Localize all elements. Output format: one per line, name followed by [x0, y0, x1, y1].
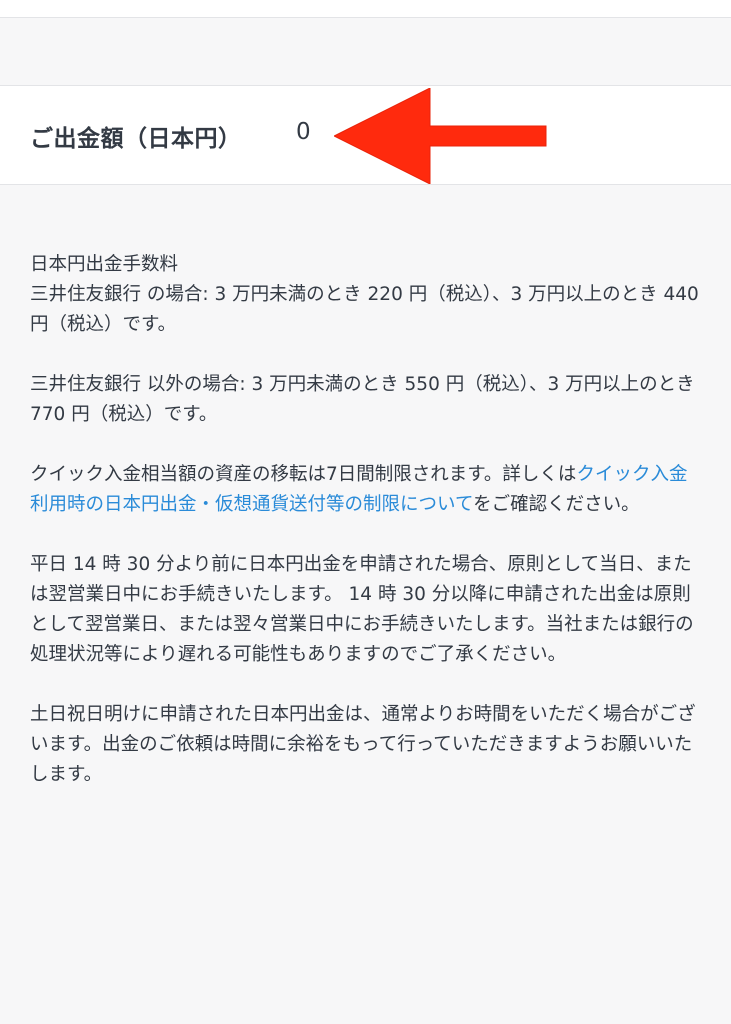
withdrawal-amount-label: ご出金額（日本円）	[30, 126, 242, 152]
withdrawal-notes: 日本円出金手数料 三井住友銀行 の場合: 3 万円未満のとき 220 円（税込）…	[30, 250, 702, 820]
holiday-notice: 土日祝日明けに申請された日本円出金は、通常よりお時間をいただく場合がございます。…	[30, 704, 696, 785]
quick-deposit-notice: クイック入金相当額の資産の移転は7日間制限されます。詳しくはクイック入金利用時の…	[30, 460, 702, 520]
fee-title: 日本円出金手数料	[30, 254, 179, 275]
withdrawal-amount-value[interactable]: 0	[296, 119, 311, 145]
arrow-shape	[334, 88, 547, 184]
red-arrow-icon	[334, 88, 547, 184]
fee-section: 日本円出金手数料 三井住友銀行 の場合: 3 万円未満のとき 220 円（税込）…	[30, 250, 702, 340]
top-bar	[0, 0, 731, 18]
quick-deposit-text-end: をご確認ください。	[473, 494, 640, 515]
quick-deposit-text: クイック入金相当額の資産の移転は7日間制限されます。詳しくは	[30, 464, 577, 485]
fee-other-banks: 三井住友銀行 以外の場合: 3 万円未満のとき 550 円（税込）、3 万円以上…	[30, 374, 695, 425]
fee-smbc: 三井住友銀行 の場合: 3 万円未満のとき 220 円（税込）、3 万円以上のと…	[30, 284, 699, 335]
processing-time-notice: 平日 14 時 30 分より前に日本円出金を申請された場合、原則として当日、また…	[30, 554, 694, 665]
